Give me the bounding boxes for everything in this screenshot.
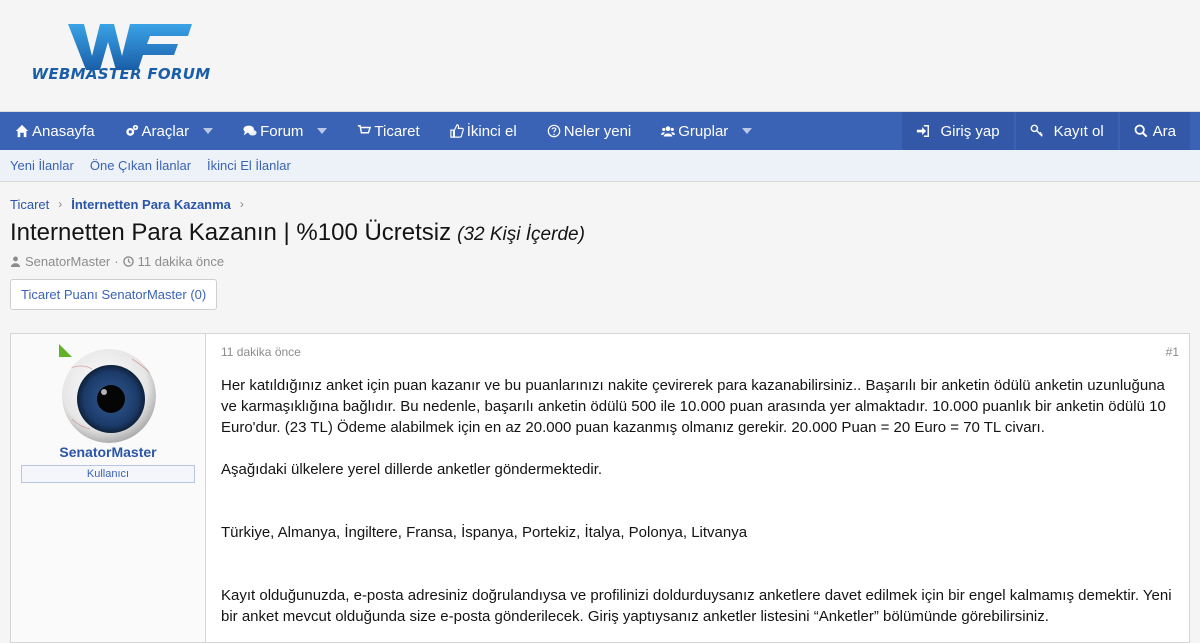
cart-icon: [357, 124, 372, 138]
sign-in-icon: [916, 124, 930, 138]
subnav-yeni-ilanlar[interactable]: Yeni İlanlar: [10, 158, 74, 173]
nav-item-label: Forum: [260, 122, 304, 140]
post-paragraph: Türkiye, Almanya, İngiltere, Fransa, İsp…: [221, 524, 748, 541]
post-user-cell: SenatorMaster Kullanıcı: [11, 334, 206, 642]
nav-item-anasayfa[interactable]: Anasayfa: [0, 112, 110, 150]
nav-item-label: İkinci el: [466, 122, 517, 140]
login-label: Giriş yap: [940, 122, 1000, 140]
meta-separator: ·: [114, 253, 119, 269]
search-button[interactable]: Ara: [1119, 112, 1190, 150]
user-title-badge: Kullanıcı: [21, 465, 195, 483]
chevron-down-icon[interactable]: [203, 128, 214, 134]
main-navbar: Anasayfa Araçlar Forum Ticaret İkinci el…: [0, 112, 1200, 150]
nav-item-label: Gruplar: [678, 122, 729, 140]
chevron-down-icon[interactable]: [742, 128, 753, 134]
chevron-right-icon: ›: [239, 197, 244, 211]
thread-meta: SenatorMaster · 11 dakika önce: [0, 246, 1200, 270]
subnav-ikinci-el-ilanlar[interactable]: İkinci El İlanlar: [207, 158, 291, 173]
nav-item-label: Anasayfa: [32, 122, 95, 140]
page-title: Internetten Para Kazanın | %100 Ücretsiz: [10, 219, 452, 246]
key-icon: [1030, 124, 1044, 138]
nav-item-forum[interactable]: Forum: [228, 112, 342, 150]
thread-time[interactable]: 11 dakika önce: [138, 254, 225, 269]
subnav-one-cikan-ilanlar[interactable]: Öne Çıkan İlanlar: [90, 158, 191, 173]
post-paragraph: Aşağıdaki ülkelere yerel dillerde anketl…: [221, 461, 603, 478]
post-paragraph: Her katıldığınız anket için puan kazanır…: [221, 377, 1166, 436]
site-header: WEBMASTER FORUM: [0, 0, 1200, 112]
chevron-right-icon: ›: [58, 197, 63, 211]
chevron-down-icon[interactable]: [317, 128, 328, 134]
nav-item-ticaret[interactable]: Ticaret: [342, 112, 436, 150]
register-button[interactable]: Kayıt ol: [1015, 112, 1118, 150]
nav-item-ikinci-el[interactable]: İkinci el: [435, 112, 532, 150]
breadcrumb-ticaret[interactable]: Ticaret: [10, 197, 49, 212]
trade-button-wrap: Ticaret Puanı SenatorMaster (0): [0, 270, 1200, 320]
title-suffix: (32 Kişi İçerde): [457, 224, 585, 245]
login-button[interactable]: Giriş yap: [902, 112, 1014, 150]
avatar[interactable]: [62, 349, 156, 443]
nav-account: Giriş yap Kayıt ol Ara: [900, 112, 1190, 150]
site-logo[interactable]: WEBMASTER FORUM: [26, 20, 216, 86]
breadcrumb-internetten-para-kazanma[interactable]: İnternetten Para Kazanma: [71, 197, 231, 212]
nav-item-label: Ticaret: [374, 122, 420, 140]
post-paragraph: Kayıt olduğunuzda, e-posta adresiniz doğ…: [221, 587, 1172, 625]
question-circle-icon: [547, 124, 561, 138]
thread-author[interactable]: SenatorMaster: [25, 254, 110, 269]
nav-item-label: Araçlar: [141, 122, 190, 140]
post-main: 11 dakika önce #1 Her katıldığınız anket…: [206, 334, 1189, 642]
post-date[interactable]: 11 dakika önce: [221, 345, 301, 359]
logo-text: WEBMASTER FORUM: [31, 65, 211, 83]
post-number[interactable]: #1: [1166, 345, 1179, 359]
post-username[interactable]: SenatorMaster: [11, 444, 205, 460]
thread-title-row: Internetten Para Kazanın | %100 Ücretsiz…: [0, 214, 1200, 246]
users-icon: [661, 124, 676, 138]
breadcrumb: Ticaret › İnternetten Para Kazanma ›: [0, 182, 1200, 214]
nav-item-label: Neler yeni: [563, 122, 632, 140]
search-label: Ara: [1152, 122, 1176, 140]
comments-icon: [243, 124, 257, 138]
trade-points-button[interactable]: Ticaret Puanı SenatorMaster (0): [10, 279, 218, 310]
clock-icon: [122, 255, 134, 267]
nav-item-araclar[interactable]: Araçlar: [110, 112, 229, 150]
cogs-icon: [125, 124, 139, 138]
user-icon: [10, 256, 21, 267]
online-indicator-icon: [59, 344, 72, 357]
register-label: Kayıt ol: [1053, 122, 1104, 140]
thumbs-up-icon: [450, 124, 464, 138]
sub-navbar: Yeni İlanlar Öne Çıkan İlanlar İkinci El…: [0, 150, 1200, 182]
nav-item-neler-yeni[interactable]: Neler yeni: [532, 112, 647, 150]
home-icon: [15, 124, 29, 138]
search-icon: [1134, 124, 1148, 138]
post-message: SenatorMaster Kullanıcı 11 dakika önce #…: [10, 333, 1190, 643]
post-body: Her katıldığınız anket için puan kazanır…: [221, 375, 1174, 627]
nav-item-gruplar[interactable]: Gruplar: [646, 112, 767, 150]
